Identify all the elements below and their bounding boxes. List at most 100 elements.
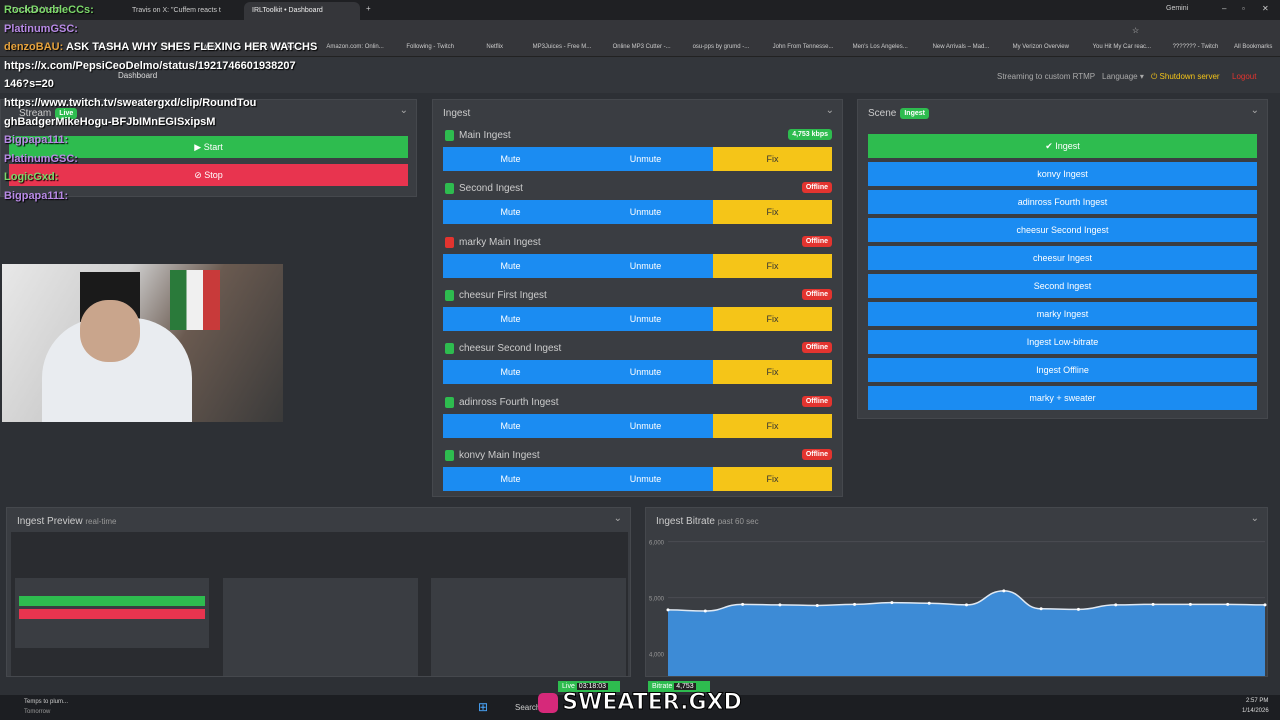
bookmark-item[interactable]: MP3Juices - Free M... xyxy=(533,44,592,50)
fix-button[interactable]: Fix xyxy=(713,466,832,491)
new-tab-icon[interactable]: + xyxy=(366,4,371,13)
bookmark-item[interactable]: My Verizon Overview xyxy=(1013,44,1069,50)
scene-button[interactable]: konvy Ingest xyxy=(868,162,1257,186)
unmute-button[interactable]: Unmute xyxy=(578,360,713,385)
scene-button[interactable]: cheesur Ingest xyxy=(868,246,1257,270)
windows-start-icon[interactable]: ⊞ xyxy=(478,700,488,714)
maximize-icon[interactable]: ▫ xyxy=(1242,4,1245,13)
taskbar-search[interactable]: Search xyxy=(515,703,540,712)
unmute-button[interactable]: Unmute xyxy=(578,200,713,225)
mute-button[interactable]: Mute xyxy=(443,360,578,385)
mute-button[interactable]: Mute xyxy=(443,200,578,225)
fix-button[interactable]: Fix xyxy=(713,253,832,278)
ingest-panel: Ingest ⌄ Main Ingest 4,753 kbps Mute Unmute… xyxy=(432,99,843,497)
scene-button[interactable]: marky + sweater xyxy=(868,386,1257,410)
mute-button[interactable]: Mute xyxy=(443,306,578,331)
bookmark-item[interactable]: ??????? - Twitch xyxy=(1173,44,1219,50)
bitrate-point xyxy=(1151,602,1155,606)
bitrate-point xyxy=(741,602,745,606)
ingest-name: marky Main Ingest xyxy=(445,236,541,248)
webcam-feed xyxy=(2,264,283,422)
shutdown-button[interactable]: ⏻ Shutdown server xyxy=(1151,72,1220,82)
mic-icon xyxy=(445,183,454,195)
chat-message: PlatinumGSC: xyxy=(4,23,78,35)
minimize-icon[interactable]: – xyxy=(1222,4,1226,13)
fix-button[interactable]: Fix xyxy=(713,360,832,385)
bookmark-item[interactable]: osu-pps by grumd -... xyxy=(693,44,750,50)
chat-username: Bigpapa111: xyxy=(4,190,69,202)
bookmark-item[interactable]: John From Tennesse... xyxy=(773,44,834,50)
chat-text: 146?s=20 xyxy=(4,78,54,91)
chevron-down-icon[interactable]: ⌄ xyxy=(1251,105,1259,116)
chat-message: Bigpapa111: xyxy=(4,190,68,202)
bitrate-point xyxy=(1226,602,1230,606)
scene-button[interactable]: marky Ingest xyxy=(868,302,1257,326)
streamer-handle: SWEATER.GXD xyxy=(538,688,742,718)
mic-icon xyxy=(445,449,454,461)
fix-button[interactable]: Fix xyxy=(713,413,832,438)
unmute-button[interactable]: Unmute xyxy=(578,306,713,331)
scene-button[interactable]: adinross Fourth Ingest xyxy=(868,190,1257,214)
ingest-status-badge: Offline xyxy=(801,182,832,194)
bookmark-item[interactable]: All Bookmarks xyxy=(1234,44,1272,50)
ingest-preview-panel: Ingest Preview real-time ⌄ xyxy=(6,507,631,677)
y-tick-label: 6,000 xyxy=(649,541,665,547)
bookmark-item[interactable]: Following - Twitch xyxy=(406,44,454,50)
unmute-button[interactable]: Unmute xyxy=(578,147,713,171)
ingest-controls: Mute Unmute Fix xyxy=(443,306,832,331)
fix-button[interactable]: Fix xyxy=(713,306,832,331)
scene-button[interactable]: ✔ Ingest xyxy=(868,134,1257,158)
scene-button[interactable]: cheesur Second Ingest xyxy=(868,218,1257,242)
bookmark-item[interactable]: Amazon.com: Onlin... xyxy=(326,44,383,50)
scene-button[interactable]: Ingest Offline xyxy=(868,358,1257,382)
chat-username: RockDoubleCCs: xyxy=(4,4,94,16)
fix-button[interactable]: Fix xyxy=(713,147,832,171)
weather-widget[interactable]: Temps to plum... xyxy=(24,699,68,705)
bookmark-item[interactable]: Men's Los Angeles... xyxy=(853,44,908,50)
chevron-down-icon[interactable]: ⌄ xyxy=(614,513,622,524)
bookmark-item[interactable]: New Arrivals – Mad... xyxy=(933,44,990,50)
mute-button[interactable]: Mute xyxy=(443,466,578,491)
ingest-controls: Mute Unmute Fix xyxy=(443,200,832,225)
gemini-button[interactable]: Gemini xyxy=(1166,5,1188,12)
scene-button[interactable]: Ingest Low-bitrate xyxy=(868,330,1257,354)
bookmark-item[interactable]: You Hit My Car reac... xyxy=(1093,44,1151,50)
scene-button[interactable]: Second Ingest xyxy=(868,274,1257,298)
ingest-name: Main Ingest xyxy=(445,130,511,141)
close-window-icon[interactable]: ✕ xyxy=(1262,4,1269,13)
language-dropdown[interactable]: Language ▾ xyxy=(1102,72,1144,81)
mute-button[interactable]: Mute xyxy=(443,253,578,278)
chat-text: https://x.com/PepsiCeoDelmo/status/19217… xyxy=(4,59,296,72)
mic-icon xyxy=(445,396,454,408)
ingest-status-badge: Offline xyxy=(801,288,832,300)
bookmark-item[interactable]: Netflix xyxy=(486,44,503,50)
ingest-controls: Mute Unmute Fix xyxy=(443,147,832,171)
preview-screen xyxy=(11,532,628,676)
bitrate-point xyxy=(1188,602,1192,606)
mexico-flag xyxy=(170,270,220,330)
chevron-down-icon[interactable]: ⌄ xyxy=(826,105,834,116)
chevron-down-icon[interactable]: ⌄ xyxy=(1251,513,1259,524)
scene-badge: Ingest xyxy=(900,108,929,119)
chat-username: PlatinumGSC: xyxy=(4,22,78,35)
bitrate-point xyxy=(965,603,968,607)
bitrate-point xyxy=(1263,603,1267,607)
mute-button[interactable]: Mute xyxy=(443,413,578,438)
unmute-button[interactable]: Unmute xyxy=(578,466,713,491)
scene-panel: Scene Ingest ⌄ ✔ Ingest konvy Ingest adinro… xyxy=(857,99,1268,419)
ingest-status-badge: Offline xyxy=(801,395,832,407)
streaming-status: Streaming to custom RTMP xyxy=(997,72,1096,81)
fix-button[interactable]: Fix xyxy=(713,200,832,225)
ingest-status-badge: Offline xyxy=(801,448,832,460)
bitrate-title: Ingest Bitrate past 60 sec xyxy=(656,516,759,527)
logout-button[interactable]: Logout xyxy=(1232,72,1256,81)
unmute-button[interactable]: Unmute xyxy=(578,413,713,438)
unmute-button[interactable]: Unmute xyxy=(578,253,713,278)
ingest-status-badge: Offline xyxy=(801,342,832,354)
ingest-name: adinross Fourth Ingest xyxy=(445,396,559,408)
mute-button[interactable]: Mute xyxy=(443,147,578,171)
star-icon[interactable]: ☆ xyxy=(1132,26,1139,35)
bookmark-item[interactable]: Online MP3 Cutter -... xyxy=(613,44,671,50)
chevron-down-icon[interactable]: ⌄ xyxy=(400,105,408,116)
bitrate-point xyxy=(1114,603,1118,607)
